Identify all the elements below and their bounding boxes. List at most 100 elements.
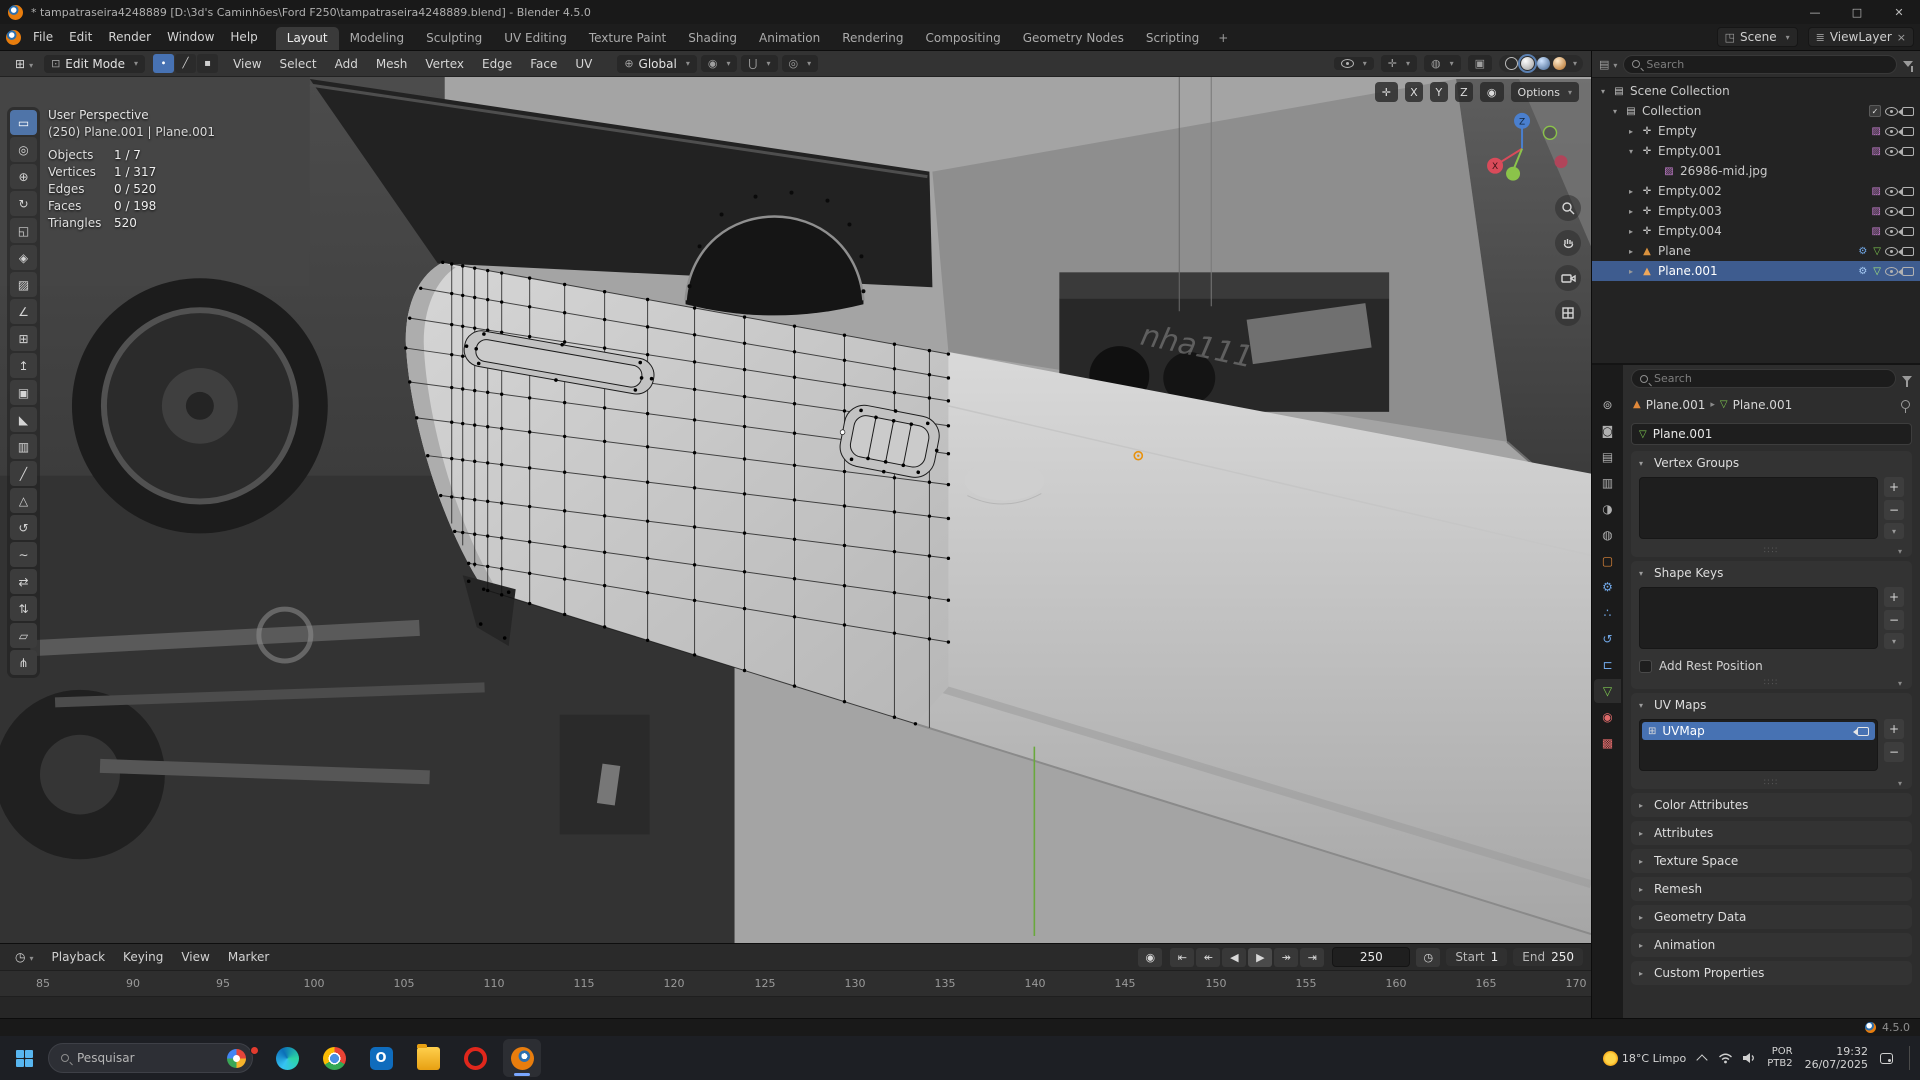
outliner-row-empty-002[interactable]: ▸ ✛ Empty.002 ▨ — [1592, 181, 1920, 201]
workspace-tab-sculpting[interactable]: Sculpting — [415, 27, 493, 50]
gizmos-dropdown[interactable]: ✛ — [1381, 55, 1417, 72]
vertex-groups-list[interactable] — [1639, 477, 1878, 539]
render-camera-icon[interactable] — [1902, 107, 1914, 116]
taskbar-app-chrome[interactable] — [315, 1039, 353, 1077]
disclosure-icon[interactable]: ▾ — [1610, 107, 1620, 116]
outliner-search-input[interactable] — [1646, 58, 1888, 71]
pan-hand-icon[interactable] — [1555, 230, 1581, 256]
visibility-eye-icon[interactable] — [1885, 227, 1898, 236]
taskbar-app-blender[interactable] — [503, 1039, 541, 1077]
visibility-eye-icon[interactable] — [1885, 147, 1898, 156]
menu-file[interactable]: File — [25, 27, 61, 47]
filter-funnel-icon[interactable] — [1903, 61, 1913, 67]
maximize-button[interactable]: □ — [1836, 0, 1878, 24]
disclosure-icon[interactable]: ▸ — [1626, 127, 1636, 136]
menu-window[interactable]: Window — [159, 27, 222, 47]
viewlayer-remove-icon[interactable]: × — [1897, 31, 1906, 44]
outliner-row-empty-004[interactable]: ▸ ✛ Empty.004 ▨ — [1592, 221, 1920, 241]
tool-poly-build[interactable]: △ — [10, 488, 37, 513]
disclosure-icon[interactable]: ▾ — [1626, 147, 1636, 156]
tab-output[interactable]: ▤ — [1594, 445, 1621, 469]
outliner-row-empty-003[interactable]: ▸ ✛ Empty.003 ▨ — [1592, 201, 1920, 221]
tab-object-data[interactable]: ▽ — [1594, 679, 1621, 703]
next-keyframe-button[interactable]: ↠ — [1274, 948, 1298, 967]
options-dropdown[interactable]: Options — [1511, 82, 1579, 102]
tool-inset-faces[interactable]: ▣ — [10, 380, 37, 405]
remove-uv-map-button[interactable]: − — [1884, 742, 1904, 762]
disclosure-icon[interactable]: ▸ — [1626, 227, 1636, 236]
play-button[interactable]: ▶ — [1248, 948, 1272, 967]
volume-icon[interactable] — [1742, 1052, 1755, 1064]
timeline-track-area[interactable] — [0, 996, 1591, 1018]
taskbar-search-input[interactable] — [77, 1051, 219, 1065]
workspace-tab-geometry-nodes[interactable]: Geometry Nodes — [1012, 27, 1135, 50]
viewport-3d[interactable]: nha111 — [0, 77, 1591, 943]
tool-move[interactable]: ⊕ — [10, 164, 37, 189]
breadcrumb-object[interactable]: Plane.001 — [1646, 398, 1706, 412]
panel-expand-icon[interactable]: ▾ — [1898, 547, 1904, 556]
uvmap-render-icon[interactable] — [1857, 727, 1869, 736]
tab-view-layer[interactable]: ▥ — [1594, 471, 1621, 495]
disclosure-icon[interactable]: ▸ — [1626, 247, 1636, 256]
taskbar-search[interactable] — [48, 1043, 253, 1073]
proportional-edit-dropdown[interactable]: ◎ — [782, 55, 819, 72]
visibility-eye-icon[interactable] — [1885, 107, 1898, 116]
wifi-icon[interactable] — [1718, 1052, 1733, 1064]
workspace-tab-rendering[interactable]: Rendering — [831, 27, 914, 50]
jump-to-end-button[interactable]: ⇥ — [1300, 948, 1324, 967]
workspace-tab-animation[interactable]: Animation — [748, 27, 831, 50]
tool-cursor[interactable]: ◎ — [10, 137, 37, 162]
outliner-row-plane[interactable]: ▸ ▲ Plane ⚙ ▽ — [1592, 241, 1920, 261]
tool-scale[interactable]: ◱ — [10, 218, 37, 243]
viewport-menu-select[interactable]: Select — [273, 54, 324, 74]
mode-dropdown[interactable]: ⊡ Edit Mode — [44, 55, 145, 73]
end-frame-field[interactable]: End250 — [1513, 948, 1583, 966]
prev-keyframe-button[interactable]: ↞ — [1196, 948, 1220, 967]
panel-texture-space[interactable]: ▸Texture Space — [1631, 849, 1912, 873]
use-preview-range-icon[interactable]: ◷ — [1416, 948, 1440, 967]
render-camera-icon[interactable] — [1902, 147, 1914, 156]
tab-world[interactable]: ◍ — [1594, 523, 1621, 547]
tab-tool[interactable]: ⊚ — [1594, 393, 1621, 417]
tab-constraints[interactable]: ⊏ — [1594, 653, 1621, 677]
tool-annotate[interactable]: ▨ — [10, 272, 37, 297]
viewport-menu-edge[interactable]: Edge — [475, 54, 519, 74]
solid-shading-button[interactable] — [1521, 57, 1534, 70]
camera-view-icon[interactable] — [1555, 265, 1581, 291]
tool-spin[interactable]: ↺ — [10, 515, 37, 540]
workspace-tab-texture-paint[interactable]: Texture Paint — [578, 27, 677, 50]
transform-orientation-dropdown[interactable]: ⊕ Global — [617, 55, 697, 73]
tab-object[interactable]: ▢ — [1594, 549, 1621, 573]
overlays-dropdown[interactable]: ◍ — [1424, 55, 1461, 72]
clock-widget[interactable]: 19:32 26/07/2025 — [1805, 1045, 1868, 1071]
play-reverse-button[interactable]: ◀ — [1222, 948, 1246, 967]
workspace-tab-layout[interactable]: Layout — [276, 27, 339, 50]
properties-search[interactable] — [1631, 369, 1896, 388]
add-workspace-button[interactable]: + — [1210, 27, 1236, 50]
breadcrumb-data[interactable]: Plane.001 — [1733, 398, 1793, 412]
tool-edge-slide[interactable]: ⇄ — [10, 569, 37, 594]
uv-maps-header[interactable]: ▾ UV Maps — [1631, 693, 1912, 717]
workspace-tab-compositing[interactable]: Compositing — [914, 27, 1011, 50]
viewlayer-selector[interactable]: ≣ ViewLayer × — [1808, 27, 1914, 47]
outliner-editor-icon[interactable]: ▤ — [1599, 58, 1617, 71]
disclosure-icon[interactable]: ▸ — [1626, 187, 1636, 196]
render-camera-icon[interactable] — [1902, 207, 1914, 216]
gizmo-x-negative[interactable] — [1555, 155, 1568, 168]
tool-measure[interactable]: ∠ — [10, 299, 37, 324]
tool-add-cube[interactable]: ⊞ — [10, 326, 37, 351]
menu-help[interactable]: Help — [222, 27, 265, 47]
panel-geometry-data[interactable]: ▸Geometry Data — [1631, 905, 1912, 929]
visibility-eye-icon[interactable] — [1885, 247, 1898, 256]
current-frame-field[interactable]: 250 — [1332, 947, 1410, 967]
tool-rip-region[interactable]: ⋔ — [10, 650, 37, 675]
outliner-row-image-26986[interactable]: ▨ 26986-mid.jpg — [1592, 161, 1920, 181]
properties-search-input[interactable] — [1654, 372, 1887, 385]
close-button[interactable]: ✕ — [1878, 0, 1920, 24]
add-rest-position-row[interactable]: Add Rest Position — [1631, 655, 1912, 677]
timeline-menu-keying[interactable]: Keying — [116, 947, 170, 967]
axis-x-button[interactable]: X — [1405, 82, 1423, 102]
outliner-row-scene-collection[interactable]: ▾ ▤ Scene Collection — [1592, 81, 1920, 101]
viewport-menu-vertex[interactable]: Vertex — [418, 54, 471, 74]
tool-smooth[interactable]: ∼ — [10, 542, 37, 567]
